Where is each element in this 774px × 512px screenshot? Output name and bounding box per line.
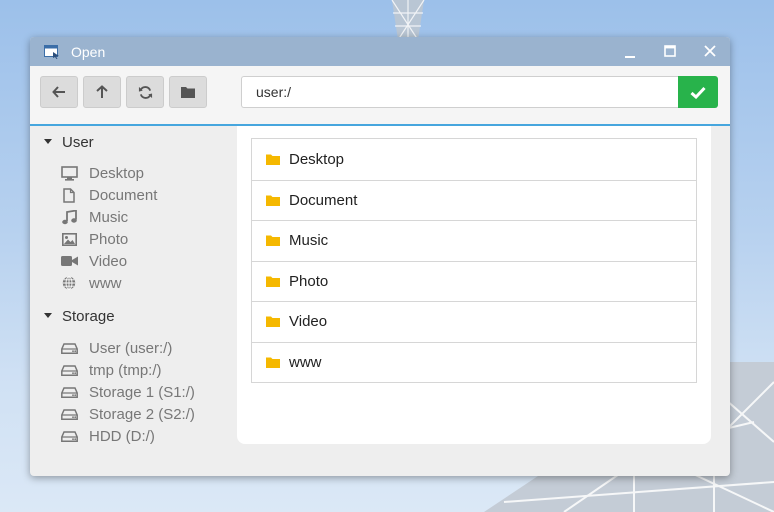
- video-camera-icon: [60, 256, 78, 266]
- list-item[interactable]: Photo: [252, 260, 696, 302]
- list-item[interactable]: www: [252, 341, 696, 383]
- music-note-icon: [61, 209, 77, 224]
- sidebar-item-desktop[interactable]: Desktop: [60, 163, 144, 183]
- close-icon: [704, 45, 716, 57]
- list-item[interactable]: Music: [252, 220, 696, 261]
- group-storage[interactable]: Storage: [44, 308, 115, 325]
- monitor-icon: [60, 165, 78, 181]
- sidebar-item-label: User (user:/): [89, 339, 173, 357]
- drive-icon: [60, 430, 78, 442]
- drive-icon: [60, 408, 78, 420]
- file-pane: Desktop Document Music Photo Video www: [237, 126, 711, 444]
- tower-background-top: [391, 0, 425, 40]
- sidebar-item-label: Document: [89, 186, 158, 204]
- folder-icon: [266, 316, 280, 328]
- check-icon: [690, 86, 706, 99]
- sidebar-item-document[interactable]: Document: [60, 185, 157, 205]
- sidebar-item-www[interactable]: www: [60, 273, 122, 293]
- path-input[interactable]: [242, 77, 676, 107]
- folder-icon: [266, 357, 280, 368]
- file-name: Music: [289, 232, 329, 250]
- sidebar-item-label: Video: [89, 252, 128, 270]
- list-item[interactable]: Document: [252, 179, 696, 221]
- folder-icon: [266, 195, 280, 206]
- drive-icon: [60, 364, 78, 376]
- sidebar-item-storage2-drive[interactable]: Storage 2 (S2:/): [60, 404, 195, 424]
- sidebar-item-photo[interactable]: Photo: [60, 229, 128, 249]
- window-icon: [44, 45, 59, 59]
- sidebar-item-label: Storage 2 (S2:/): [89, 405, 195, 423]
- sidebar: User Desktop Document Music Photo Video …: [30, 126, 235, 476]
- file-name: Video: [289, 313, 328, 331]
- caret-down-icon: [44, 312, 52, 318]
- sidebar-item-label: Desktop: [89, 164, 145, 182]
- list-item[interactable]: Desktop: [252, 139, 696, 180]
- folder-icon: [266, 276, 280, 287]
- folder-icon: [266, 154, 280, 165]
- toolbar: [30, 66, 730, 126]
- list-item[interactable]: Video: [252, 301, 696, 342]
- open-dialog: Open user:/ User Desktop Document Music …: [30, 37, 730, 476]
- up-button[interactable]: [83, 76, 121, 108]
- file-name: Photo: [289, 272, 329, 290]
- file-name: Document: [289, 191, 358, 209]
- globe-icon: [62, 276, 76, 290]
- path-field[interactable]: [241, 76, 678, 108]
- sidebar-item-label: tmp (tmp:/): [89, 361, 162, 379]
- back-button[interactable]: [40, 76, 78, 108]
- sidebar-item-label: www: [89, 274, 122, 292]
- sidebar-item-label: Music: [89, 208, 129, 226]
- folder-icon: [266, 235, 280, 247]
- drive-icon: [60, 386, 78, 398]
- refresh-icon: [138, 85, 152, 99]
- sidebar-item-user-drive[interactable]: User (user:/): [60, 338, 172, 358]
- group-label: User: [62, 134, 94, 151]
- new-folder-button[interactable]: [169, 76, 207, 108]
- sidebar-item-hdd-drive[interactable]: HDD (D:/): [60, 426, 155, 446]
- group-label: Storage: [62, 308, 115, 325]
- minimize-button[interactable]: [618, 41, 642, 63]
- file-icon: [63, 187, 75, 203]
- sidebar-item-label: Storage 1 (S1:/): [89, 383, 195, 401]
- back-arrow-icon: [52, 86, 65, 98]
- sidebar-item-music[interactable]: Music: [60, 207, 128, 227]
- title-bar[interactable]: Open: [30, 37, 730, 66]
- maximize-icon: [664, 45, 676, 57]
- group-user[interactable]: User: [44, 134, 94, 151]
- confirm-path-button[interactable]: [678, 76, 718, 108]
- caret-down-icon: [44, 138, 52, 144]
- refresh-button[interactable]: [126, 76, 164, 108]
- up-arrow-icon: [96, 85, 108, 98]
- sidebar-item-video[interactable]: Video: [60, 251, 127, 271]
- file-name: www: [289, 353, 322, 371]
- sidebar-item-label: Photo: [89, 230, 129, 248]
- drive-icon: [60, 342, 78, 354]
- folder-icon: [181, 87, 195, 98]
- sidebar-item-storage1-drive[interactable]: Storage 1 (S1:/): [60, 382, 195, 402]
- window-title: Open: [71, 44, 106, 60]
- close-button[interactable]: [698, 41, 722, 63]
- file-list: Desktop Document Music Photo Video www: [251, 138, 697, 383]
- sidebar-item-label: HDD (D:/): [89, 427, 155, 445]
- sidebar-item-tmp-drive[interactable]: tmp (tmp:/): [60, 360, 162, 380]
- file-name: Desktop: [289, 150, 345, 168]
- image-icon: [61, 232, 77, 246]
- minimize-icon: [625, 56, 635, 58]
- maximize-button[interactable]: [658, 41, 682, 63]
